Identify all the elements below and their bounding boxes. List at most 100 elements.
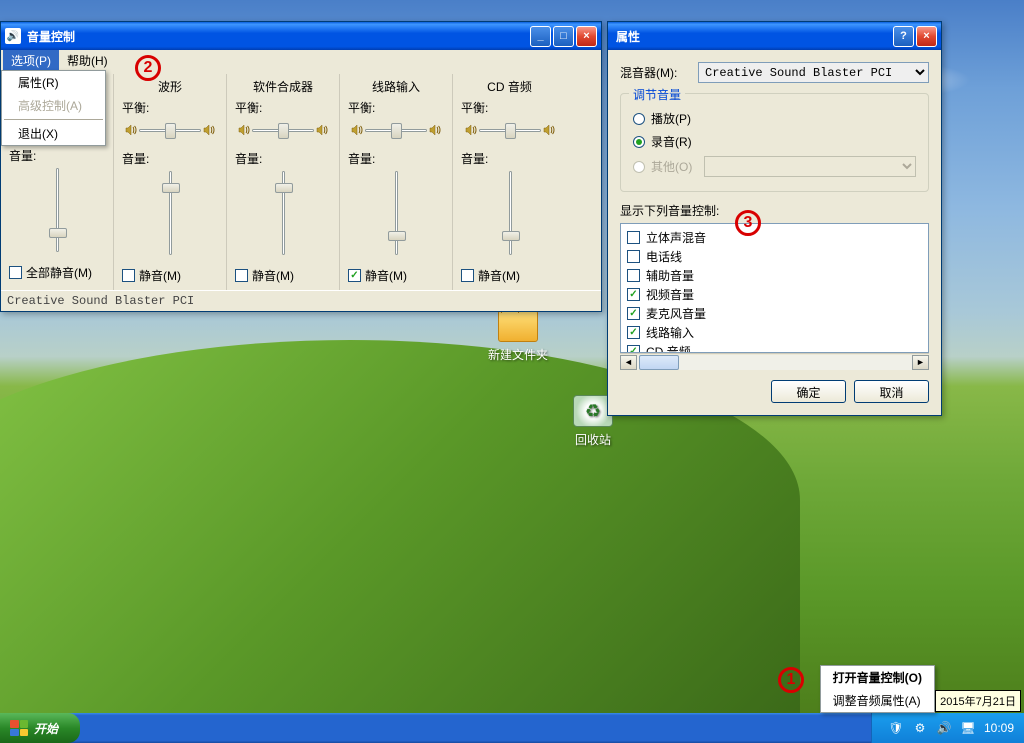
mute-checkbox[interactable]: [122, 269, 135, 282]
volume-column: 线路输入平衡:音量:✓静音(M): [340, 74, 453, 290]
start-button[interactable]: 开始: [0, 713, 80, 743]
volume-label: 音量:: [231, 150, 335, 167]
scroll-right-button[interactable]: ►: [912, 355, 929, 370]
speaker-right-icon: [429, 124, 441, 136]
scroll-track[interactable]: [637, 355, 912, 370]
balance-slider[interactable]: [118, 120, 222, 140]
radio-icon: [633, 161, 645, 173]
slider-thumb[interactable]: [502, 231, 520, 241]
ok-button[interactable]: 确定: [771, 380, 846, 403]
menu-properties[interactable]: 属性(R): [2, 71, 105, 94]
speaker-left-icon: [465, 124, 477, 136]
titlebar[interactable]: 属性 ? ×: [608, 22, 941, 50]
menu-separator: [4, 119, 103, 120]
slider-thumb[interactable]: [165, 123, 176, 139]
folder-icon: [498, 310, 538, 342]
volume-control-window: 🔊 音量控制 _ □ × 选项(P) 帮助(H) 属性(R) 高级控制(A) 退…: [0, 21, 602, 312]
radio-playback[interactable]: 播放(P): [633, 110, 916, 127]
mute-checkbox[interactable]: ✓: [348, 269, 361, 282]
volume-label: 音量:: [457, 150, 562, 167]
tray-display-icon[interactable]: 🖥: [960, 720, 976, 736]
tray-shield-icon[interactable]: 🛡: [888, 720, 904, 736]
scroll-thumb[interactable]: [639, 355, 679, 370]
desktop-icon-label: 新建文件夹: [478, 346, 558, 363]
maximize-button[interactable]: □: [553, 26, 574, 47]
slider-thumb[interactable]: [278, 123, 289, 139]
slider-thumb[interactable]: [505, 123, 516, 139]
slider-thumb[interactable]: [388, 231, 406, 241]
list-item-label: 麦克风音量: [646, 305, 706, 322]
mute-checkbox[interactable]: [235, 269, 248, 282]
menu-help[interactable]: 帮助(H): [59, 50, 116, 70]
scroll-left-button[interactable]: ◄: [620, 355, 637, 370]
balance-label: 平衡:: [457, 99, 562, 116]
clock-tooltip: 2015年7月21日: [935, 690, 1021, 712]
tray-adjust-audio[interactable]: 调整音频属性(A): [821, 689, 934, 712]
desktop-icon-folder[interactable]: 新建文件夹: [478, 310, 558, 363]
status-bar: Creative Sound Blaster PCI: [1, 290, 601, 311]
speaker-right-icon: [203, 124, 215, 136]
list-item[interactable]: ✓ 麦克风音量: [627, 304, 922, 323]
checkbox[interactable]: [627, 269, 640, 282]
menu-options[interactable]: 选项(P): [3, 50, 59, 70]
minimize-button[interactable]: _: [530, 26, 551, 47]
balance-slider[interactable]: [457, 120, 562, 140]
slider-thumb[interactable]: [162, 183, 180, 193]
mute-checkbox[interactable]: [461, 269, 474, 282]
annotation-3: 3: [735, 210, 761, 236]
cancel-button[interactable]: 取消: [854, 380, 929, 403]
tray-tool-icon[interactable]: ⚙: [912, 720, 928, 736]
menu-exit[interactable]: 退出(X): [2, 122, 105, 145]
radio-other: 其他(O): [633, 156, 916, 177]
listbox-scrollbar[interactable]: ◄ ►: [620, 353, 929, 370]
list-item[interactable]: 立体声混音: [627, 228, 922, 247]
list-item[interactable]: ✓线路输入: [627, 323, 922, 342]
list-item-label: CD 音频: [646, 343, 691, 353]
list-item[interactable]: ✓ CD 音频: [627, 342, 922, 353]
volume-label: 音量:: [344, 150, 448, 167]
tray-volume-icon[interactable]: 🔊: [936, 720, 952, 736]
mute-checkbox[interactable]: [9, 266, 22, 279]
titlebar[interactable]: 🔊 音量控制 _ □ ×: [1, 22, 601, 50]
volume-slider[interactable]: [344, 171, 448, 261]
volume-slider[interactable]: [118, 171, 222, 261]
slider-thumb[interactable]: [49, 228, 67, 238]
list-item[interactable]: 辅助音量: [627, 266, 922, 285]
controls-listbox[interactable]: 立体声混音电话线辅助音量✓视频音量✓麦克风音量✓线路输入✓CD 音频: [620, 223, 929, 353]
group-legend: 调节音量: [629, 86, 685, 103]
speaker-right-icon: [543, 124, 555, 136]
properties-window: 属性 ? × 混音器(M): Creative Sound Blaster PC…: [607, 21, 942, 416]
taskbar: 开始 🛡 ⚙ 🔊 🖥 10:09: [0, 713, 1024, 743]
balance-slider[interactable]: [231, 120, 335, 140]
slider-thumb[interactable]: [391, 123, 402, 139]
slider-thumb[interactable]: [275, 183, 293, 193]
windows-logo-icon: [10, 720, 28, 736]
checkbox[interactable]: ✓: [627, 288, 640, 301]
list-item[interactable]: 电话线: [627, 247, 922, 266]
desktop-icon-label: 回收站: [553, 431, 633, 448]
app-icon: 🔊: [5, 28, 21, 44]
mute-label: 静音(M): [478, 267, 520, 284]
volume-slider[interactable]: [457, 171, 562, 261]
close-button[interactable]: ×: [576, 26, 597, 47]
tray-clock[interactable]: 10:09: [984, 721, 1014, 735]
radio-recording[interactable]: 录音(R): [633, 133, 916, 150]
tray-open-volume[interactable]: 打开音量控制(O): [821, 666, 934, 689]
checkbox[interactable]: [627, 250, 640, 263]
mute-label: 全部静音(M): [26, 264, 92, 281]
volume-slider[interactable]: [5, 168, 109, 258]
mixer-select[interactable]: Creative Sound Blaster PCI: [698, 62, 929, 83]
checkbox[interactable]: ✓: [627, 326, 640, 339]
close-button[interactable]: ×: [916, 26, 937, 47]
volume-slider[interactable]: [231, 171, 335, 261]
mute-label: 静音(M): [252, 267, 294, 284]
list-item-label: 视频音量: [646, 286, 694, 303]
checkbox[interactable]: ✓: [627, 307, 640, 320]
system-tray: 🛡 ⚙ 🔊 🖥 10:09: [871, 713, 1024, 743]
checkbox[interactable]: [627, 231, 640, 244]
help-button[interactable]: ?: [893, 26, 914, 47]
column-name: 波形: [118, 74, 222, 99]
list-item[interactable]: ✓ 视频音量: [627, 285, 922, 304]
balance-slider[interactable]: [344, 120, 448, 140]
checkbox[interactable]: ✓: [627, 345, 640, 353]
